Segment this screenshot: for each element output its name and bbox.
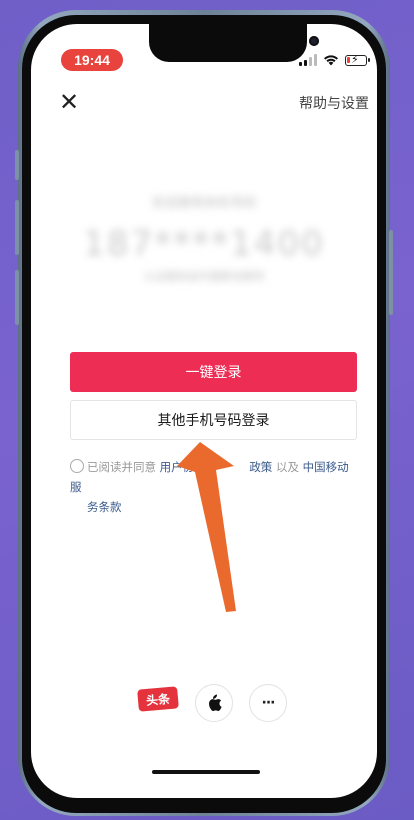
carrier-terms-link-cont[interactable]: 务条款 — [87, 500, 122, 514]
privacy-policy-link[interactable]: 政策 — [249, 460, 272, 474]
agreement-prefix: 已阅读并同意 — [87, 460, 156, 474]
user-agreement-link[interactable]: 用户协议 — [160, 460, 206, 474]
help-settings-link[interactable]: 帮助与设置 — [299, 93, 369, 113]
apple-icon — [209, 694, 222, 712]
close-icon[interactable]: ✕ — [59, 90, 79, 114]
one-click-login-button[interactable]: 一键登录 — [70, 352, 357, 392]
more-icon: ··· — [261, 695, 276, 711]
home-indicator[interactable] — [152, 770, 260, 774]
battery-icon: ⚡ — [345, 53, 370, 66]
agreement-separator: 以及 — [275, 460, 299, 474]
toutiao-login-icon[interactable]: 头条 — [137, 686, 179, 712]
apple-login-button[interactable] — [195, 684, 233, 722]
other-phone-login-button[interactable]: 其他手机号码登录 — [70, 400, 357, 440]
power-button — [389, 230, 393, 315]
more-options-button[interactable]: ··· — [249, 684, 287, 722]
volume-down-button — [15, 270, 19, 325]
notch — [149, 24, 319, 62]
masked-phone-number: 187****1400 — [83, 224, 325, 264]
status-time: 19:44 — [61, 49, 123, 71]
login-screen: 19:44 ⚡ ✕ 帮助与设置 欢迎使用本机号码 187****1400 认证服… — [31, 24, 377, 798]
front-camera — [309, 36, 319, 46]
agreement-checkbox[interactable] — [70, 459, 84, 473]
signal-icon — [299, 54, 317, 66]
silent-switch — [15, 150, 19, 180]
volume-up-button — [15, 200, 19, 255]
status-icons: ⚡ — [299, 52, 370, 68]
masked-carrier-note: 认证服务由中国移动提供 — [143, 270, 265, 283]
wifi-icon — [324, 55, 338, 66]
agreement-text: 已阅读并同意 用户协议 政策 以及 中国移动服 务条款 — [70, 457, 360, 517]
masked-welcome-label: 欢迎使用本机号码 — [151, 196, 256, 211]
